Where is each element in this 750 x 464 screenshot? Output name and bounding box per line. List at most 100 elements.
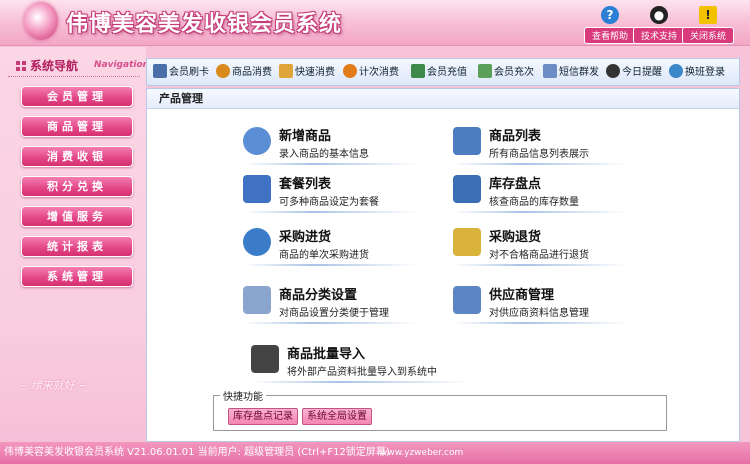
entry-category-settings[interactable]: 商品分类设置 对商品设置分类便于管理 xyxy=(243,282,443,328)
entry-product-list[interactable]: 商品列表 所有商品信息列表展示 xyxy=(453,123,653,169)
grid-icon xyxy=(16,61,26,71)
money-bag-icon xyxy=(216,64,230,78)
qq-penguin-icon: ● xyxy=(650,6,668,24)
nav-header: 系统导航 Navigation xyxy=(8,57,149,77)
clock-icon xyxy=(606,64,620,78)
entry-inventory-check[interactable]: 库存盘点 核查商品的库存数量 xyxy=(453,171,653,217)
entry-title: 供应商管理 xyxy=(489,288,555,303)
tech-support-label: 技术支持 xyxy=(633,27,685,44)
toolbar-quick-consume[interactable]: 快速消费 xyxy=(279,64,335,82)
chart-icon xyxy=(478,64,492,78)
nav-subtitle: Navigation xyxy=(94,60,150,70)
status-bar: 伟博美容美发收银会员系统 V21.06.01.01 当前用户: 超级管理员 (C… xyxy=(0,442,750,464)
entry-desc: 核查商品的库存数量 xyxy=(489,197,579,208)
mail-icon xyxy=(543,64,557,78)
return-icon xyxy=(453,228,481,256)
toolbar-sms-broadcast[interactable]: 短信群发 xyxy=(543,64,599,82)
toolbar: 会员刷卡 商品消费 快速消费 计次消费 会员充值 会员充次 短信群发 今日提醒 … xyxy=(146,58,740,86)
title-bar: 伟博美容美发收银会员系统 ? 查看帮助 ● 技术支持 ! 关闭系统 xyxy=(0,0,750,46)
package-icon xyxy=(243,175,271,203)
sidebar-item-product[interactable]: 商品管理 xyxy=(21,116,133,137)
supplier-icon xyxy=(453,286,481,314)
entry-title: 新增商品 xyxy=(279,129,332,144)
global-settings-button[interactable]: 系统全局设置 xyxy=(302,408,372,425)
entry-title: 采购退货 xyxy=(489,230,542,245)
nav-title: 系统导航 xyxy=(30,59,79,73)
entry-divider xyxy=(251,381,471,383)
purchase-icon xyxy=(243,228,271,256)
category-icon xyxy=(243,286,271,314)
toolbar-label: 商品消费 xyxy=(232,67,272,78)
entry-desc: 对商品设置分类便于管理 xyxy=(279,308,389,319)
toolbar-count-consume[interactable]: 计次消费 xyxy=(343,64,399,82)
fast-hand-icon xyxy=(279,64,293,78)
main-panel: 产品管理 新增商品 录入商品的基本信息 商品列表 所有商品信息列表展示 套餐列表… xyxy=(146,88,740,442)
entry-batch-import[interactable]: 商品批量导入 将外部产品资料批量导入到系统中 xyxy=(251,341,511,387)
counter-icon xyxy=(343,64,357,78)
sidebar: 系统导航 Navigation 会员管理 商品管理 消费收银 积分兑换 增值服务… xyxy=(0,47,149,442)
quick-functions-label: 快捷功能 xyxy=(220,388,266,403)
entry-divider xyxy=(243,322,418,324)
product-list-icon xyxy=(453,127,481,155)
quick-functions-box: 快捷功能 库存盘点记录 系统全局设置 xyxy=(213,388,667,431)
sidebar-item-member[interactable]: 会员管理 xyxy=(21,86,133,107)
entry-desc: 所有商品信息列表展示 xyxy=(489,149,589,160)
entry-divider xyxy=(453,264,628,266)
entry-purchase-stock[interactable]: 采购进货 商品的单次采购进货 xyxy=(243,224,443,270)
entry-desc: 将外部产品资料批量导入到系统中 xyxy=(287,367,437,378)
inventory-record-button[interactable]: 库存盘点记录 xyxy=(228,408,298,425)
toolbar-today-reminder[interactable]: 今日提醒 xyxy=(606,64,662,82)
toolbar-label: 换班登录 xyxy=(685,67,725,78)
entry-package-list[interactable]: 套餐列表 可多种商品设定为套餐 xyxy=(243,171,443,217)
entry-add-product[interactable]: 新增商品 录入商品的基本信息 xyxy=(243,123,443,169)
card-icon xyxy=(153,64,167,78)
sidebar-decoration: ~ 缘来就好 ~ xyxy=(18,379,88,392)
entry-purchase-return[interactable]: 采购退货 对不合格商品进行退货 xyxy=(453,224,653,270)
entry-desc: 对不合格商品进行退货 xyxy=(489,250,589,261)
status-text: 伟博美容美发收银会员系统 V21.06.01.01 当前用户: 超级管理员 (C… xyxy=(4,447,390,458)
inventory-icon xyxy=(453,175,481,203)
sidebar-item-checkout[interactable]: 消费收银 xyxy=(21,146,133,167)
app-title: 伟博美容美发收银会员系统 xyxy=(66,11,343,37)
toolbar-label: 计次消费 xyxy=(359,67,399,78)
toolbar-label: 会员充值 xyxy=(427,67,467,78)
close-system-button[interactable]: ! 关闭系统 xyxy=(682,6,734,44)
entry-title: 商品批量导入 xyxy=(287,347,366,362)
warning-icon: ! xyxy=(699,6,717,24)
help-icon: ? xyxy=(601,6,619,24)
add-product-icon xyxy=(243,127,271,155)
entry-desc: 录入商品的基本信息 xyxy=(279,149,369,160)
sidebar-item-reports[interactable]: 统计报表 xyxy=(21,236,133,257)
tech-support-button[interactable]: ● 技术支持 xyxy=(633,6,685,44)
entry-divider xyxy=(243,163,418,165)
toolbar-label: 今日提醒 xyxy=(622,67,662,78)
entry-desc: 对供应商资料信息管理 xyxy=(489,308,589,319)
toolbar-member-count-recharge[interactable]: 会员充次 xyxy=(478,64,534,82)
sidebar-item-system[interactable]: 系统管理 xyxy=(21,266,133,287)
entry-divider xyxy=(453,211,628,213)
toolbar-member-recharge[interactable]: 会员充值 xyxy=(411,64,467,82)
toolbar-member-card[interactable]: 会员刷卡 xyxy=(153,64,209,82)
entry-desc: 可多种商品设定为套餐 xyxy=(279,197,379,208)
help-button[interactable]: ? 查看帮助 xyxy=(584,6,636,44)
entry-divider xyxy=(243,211,418,213)
app-logo xyxy=(24,2,58,40)
toolbar-shift-login[interactable]: 换班登录 xyxy=(669,64,725,82)
entry-divider xyxy=(243,264,418,266)
recharge-icon xyxy=(411,64,425,78)
entry-title: 采购进货 xyxy=(279,230,332,245)
close-system-label: 关闭系统 xyxy=(682,27,734,44)
toolbar-label: 快速消费 xyxy=(295,67,335,78)
sidebar-item-value-added[interactable]: 增值服务 xyxy=(21,206,133,227)
import-laptop-icon xyxy=(251,345,279,373)
entry-supplier-management[interactable]: 供应商管理 对供应商资料信息管理 xyxy=(453,282,653,328)
entry-title: 商品分类设置 xyxy=(279,288,358,303)
section-title: 产品管理 xyxy=(147,89,739,109)
entry-title: 库存盘点 xyxy=(489,177,542,192)
entry-desc: 商品的单次采购进货 xyxy=(279,250,369,261)
entry-divider xyxy=(453,163,628,165)
switch-icon xyxy=(669,64,683,78)
toolbar-product-consume[interactable]: 商品消费 xyxy=(216,64,272,82)
sidebar-item-points[interactable]: 积分兑换 xyxy=(21,176,133,197)
entry-divider xyxy=(453,322,628,324)
